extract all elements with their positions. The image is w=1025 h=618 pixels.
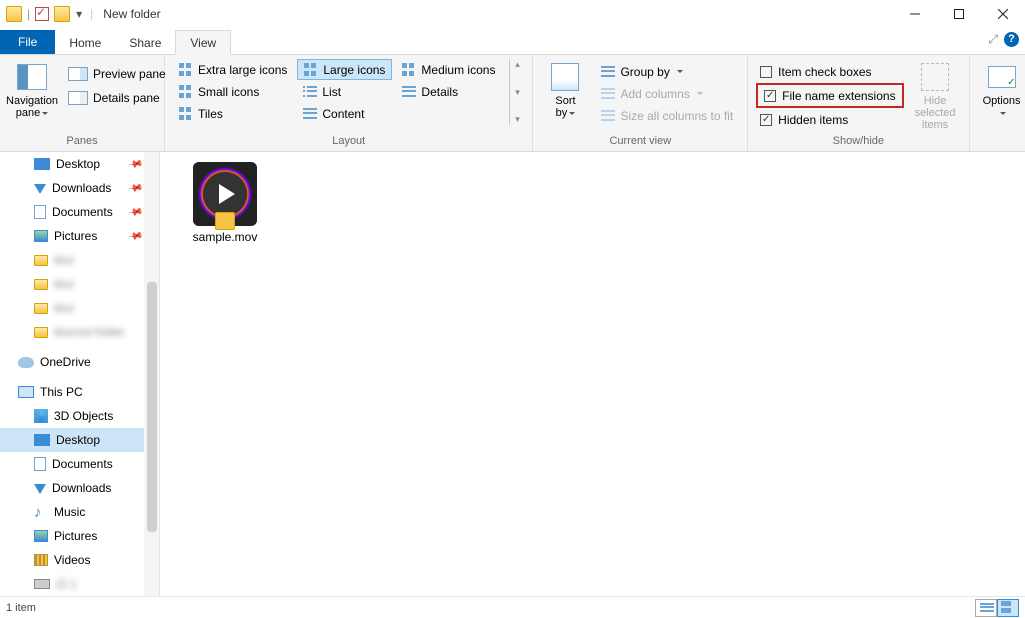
view-large-icons-button[interactable] [997,599,1019,617]
sidebar-item-pictures-qa[interactable]: Pictures📌 [0,224,159,248]
sidebar-item-folder-blur[interactable]: blur [0,248,159,272]
qat-newfolder-icon[interactable] [54,6,70,22]
add-columns-button[interactable]: Add columns [595,83,739,104]
layout-gallery-scroll[interactable]: ▴▾▾ [509,59,524,125]
drive-icon [34,579,50,589]
sidebar-item-downloads[interactable]: Downloads [0,476,159,500]
layout-details[interactable]: Details [396,81,501,102]
ribbon-minimize-icon[interactable]: ⤢ [988,32,998,47]
sidebar-scrollbar[interactable] [144,152,159,596]
file-list-area[interactable]: sample.mov [160,152,1025,596]
checkbox-icon [764,90,776,102]
layout-tiles[interactable]: Tiles [173,103,293,124]
pictures-icon [34,530,48,542]
videos-icon [34,554,48,566]
hide-selected-icon [921,63,949,91]
navigation-tree[interactable]: Desktop📌 Downloads📌 Documents📌 Pictures📌… [0,152,160,596]
sidebar-item-documents[interactable]: Documents [0,452,159,476]
qat-properties-icon[interactable] [35,7,49,21]
group-label-layout: Layout [173,135,524,149]
download-icon [34,184,46,194]
group-by-button[interactable]: Group by [595,61,739,82]
document-icon [34,457,46,471]
music-icon: ♪ [34,504,48,521]
details-pane-icon [68,91,88,105]
qat-dropdown-icon[interactable]: ▾ [72,7,86,21]
onedrive-icon [18,357,34,368]
navigation-pane-button[interactable]: Navigation pane [8,59,56,121]
sidebar-item-folder-blur[interactable]: blurred folder [0,320,159,344]
layout-content[interactable]: Content [297,103,392,124]
tab-file[interactable]: File [0,30,55,54]
pictures-icon [34,230,48,242]
folder-icon [34,279,48,290]
sidebar-item-music[interactable]: ♪Music [0,500,159,524]
layout-medium-icons[interactable]: Medium icons [396,59,501,80]
checkbox-icon [760,114,772,126]
3d-objects-icon [34,409,48,423]
desktop-icon [34,434,50,446]
sidebar-item-videos[interactable]: Videos [0,548,159,572]
pin-icon: 📌 [127,204,144,220]
sidebar-item-thispc[interactable]: This PC [0,380,159,404]
desktop-icon [34,158,50,170]
close-button[interactable] [981,0,1025,28]
status-item-count: 1 item [6,602,36,614]
download-icon [34,484,46,494]
sidebar-item-folder-blur[interactable]: blur [0,296,159,320]
layout-small-icons[interactable]: Small icons [173,81,293,102]
pin-icon: 📌 [127,228,144,244]
minimize-button[interactable] [893,0,937,28]
folder-icon [34,303,48,314]
preview-pane-button[interactable]: Preview pane [62,63,172,84]
tab-view[interactable]: View [175,30,231,55]
sidebar-item-desktop[interactable]: Desktop [0,428,159,452]
group-label-showhide: Show/hide [756,135,960,149]
file-item[interactable]: sample.mov [180,162,270,244]
sort-by-button[interactable]: Sort by [541,59,589,121]
layout-list[interactable]: List [297,81,392,102]
tab-share[interactable]: Share [115,31,175,54]
sidebar-item-onedrive[interactable]: OneDrive [0,350,159,374]
group-label-currentview: Current view [541,135,739,149]
sidebar-item-downloads-qa[interactable]: Downloads📌 [0,176,159,200]
pin-icon: 📌 [127,156,144,172]
checkbox-icon [760,66,772,78]
preview-pane-icon [68,67,88,81]
sidebar-item-drive-c[interactable]: (C:) [0,572,159,596]
file-name: sample.mov [180,230,270,244]
options-icon [988,66,1016,88]
hidden-items-checkbox[interactable]: Hidden items [756,109,903,130]
file-name-extensions-checkbox[interactable]: File name extensions [760,85,899,106]
sidebar-item-3dobjects[interactable]: 3D Objects [0,404,159,428]
sidebar-item-folder-blur[interactable]: blur [0,272,159,296]
sidebar-item-documents-qa[interactable]: Documents📌 [0,200,159,224]
hide-selected-button[interactable]: Hide selected items [910,59,961,133]
details-pane-button[interactable]: Details pane [62,87,172,108]
help-icon[interactable]: ? [1004,32,1019,47]
size-columns-button[interactable]: Size all columns to fit [595,105,739,126]
layout-extra-large-icons[interactable]: Extra large icons [173,59,293,80]
sort-icon [551,63,579,91]
folder-icon [34,255,48,266]
sidebar-item-desktop-qa[interactable]: Desktop📌 [0,152,159,176]
folder-icon [34,327,48,338]
video-file-icon [193,162,257,226]
tab-home[interactable]: Home [55,31,115,54]
view-details-button[interactable] [975,599,997,617]
navigation-pane-icon [17,64,47,90]
document-icon [34,205,46,219]
thispc-icon [18,386,34,398]
group-label-panes: Panes [8,135,156,149]
sidebar-item-pictures[interactable]: Pictures [0,524,159,548]
folder-icon [6,6,22,22]
pin-icon: 📌 [127,180,144,196]
window-title: New folder [103,7,160,21]
options-button[interactable]: Options [978,59,1025,121]
maximize-button[interactable] [937,0,981,28]
layout-large-icons[interactable]: Large icons [297,59,392,80]
item-check-boxes-checkbox[interactable]: Item check boxes [756,61,903,82]
